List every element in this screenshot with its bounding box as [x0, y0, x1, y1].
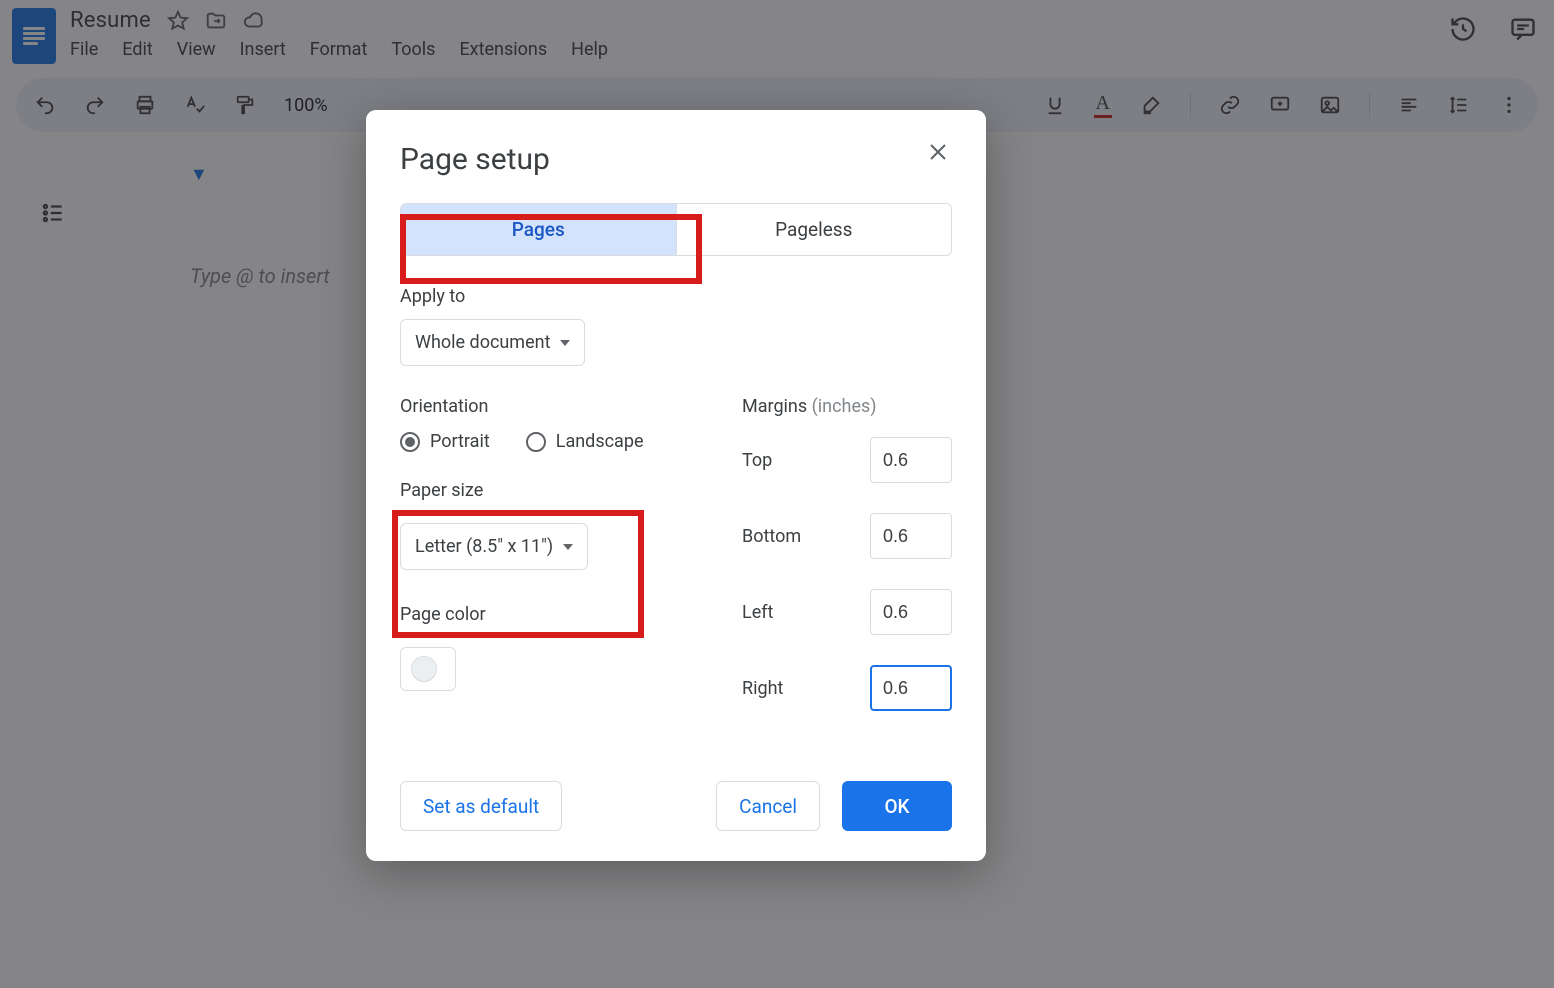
apply-to-label: Apply to — [400, 286, 952, 307]
dialog-title: Page setup — [400, 142, 952, 177]
radio-dot-icon — [400, 432, 420, 452]
cancel-button[interactable]: Cancel — [716, 781, 820, 831]
paper-size-dropdown[interactable]: Letter (8.5" x 11") — [400, 523, 588, 570]
page-color-label: Page color — [400, 604, 702, 625]
page-color-swatch-icon — [411, 656, 437, 682]
page-color-dropdown[interactable] — [400, 647, 456, 691]
chevron-down-icon — [560, 340, 570, 346]
orientation-label: Orientation — [400, 396, 702, 417]
paper-size-label: Paper size — [400, 480, 702, 501]
margin-top-label: Top — [742, 450, 772, 471]
chevron-down-icon — [563, 544, 573, 550]
apply-to-value: Whole document — [415, 332, 550, 353]
tab-pageless[interactable]: Pageless — [676, 204, 952, 255]
set-as-default-button[interactable]: Set as default — [400, 781, 562, 831]
apply-to-dropdown[interactable]: Whole document — [400, 319, 585, 366]
page-mode-tabs: Pages Pageless — [400, 203, 952, 256]
margin-bottom-input[interactable] — [870, 513, 952, 559]
ok-button[interactable]: OK — [842, 781, 952, 831]
orientation-landscape-radio[interactable]: Landscape — [526, 431, 644, 452]
orientation-portrait-label: Portrait — [430, 431, 490, 452]
orientation-portrait-radio[interactable]: Portrait — [400, 431, 490, 452]
margin-left-label: Left — [742, 602, 773, 623]
page-setup-dialog: Page setup Pages Pageless Apply to Whole… — [366, 110, 986, 861]
orientation-landscape-label: Landscape — [556, 431, 644, 452]
radio-dot-icon — [526, 432, 546, 452]
margin-bottom-label: Bottom — [742, 526, 801, 547]
margin-right-input[interactable] — [870, 665, 952, 711]
tab-pages[interactable]: Pages — [401, 204, 676, 255]
margin-top-input[interactable] — [870, 437, 952, 483]
margin-right-label: Right — [742, 678, 783, 699]
margin-left-input[interactable] — [870, 589, 952, 635]
paper-size-value: Letter (8.5" x 11") — [415, 536, 553, 557]
close-icon[interactable] — [926, 140, 954, 168]
margins-label: Margins (inches) — [742, 396, 952, 417]
